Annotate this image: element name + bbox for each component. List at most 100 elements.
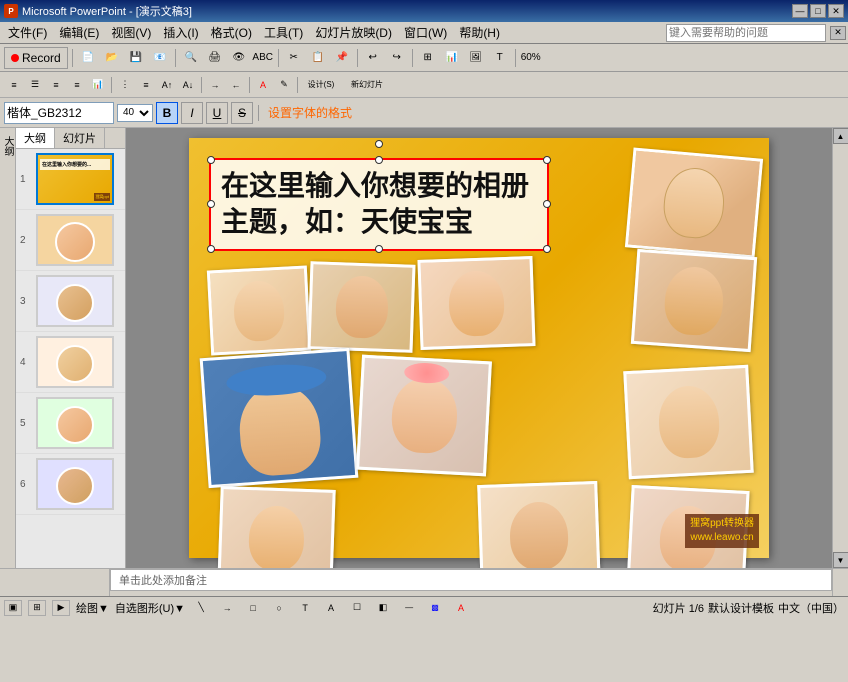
justify-button[interactable]: ≡	[67, 75, 87, 95]
menu-format[interactable]: 格式(O)	[205, 22, 258, 43]
scroll-up-button[interactable]: ▲	[833, 128, 848, 144]
img-button[interactable]: 🖼	[465, 47, 487, 69]
font-shrink-button[interactable]: A↓	[178, 75, 198, 95]
record-button[interactable]: Record	[4, 47, 68, 69]
align-left-button[interactable]: ≡	[4, 75, 24, 95]
open-button[interactable]: 📂	[101, 47, 123, 69]
strikethrough-button[interactable]: S	[231, 102, 253, 124]
slide-item[interactable]: 3	[16, 271, 125, 332]
3d-button[interactable]: ◧	[373, 598, 393, 618]
menu-tools[interactable]: 工具(T)	[258, 22, 309, 43]
preview-button[interactable]: 👁	[228, 47, 250, 69]
outline-tab[interactable]: 大纲	[0, 132, 17, 160]
title-bar-controls[interactable]: — □ ✕	[792, 4, 844, 18]
table-button[interactable]: ⊞	[417, 47, 439, 69]
fillcolor-button[interactable]: ▩	[425, 598, 445, 618]
slides-view-tab[interactable]: 幻灯片	[55, 128, 105, 148]
align-center-button[interactable]: ☰	[25, 75, 45, 95]
undo-button[interactable]: ↩	[362, 47, 384, 69]
cut-button[interactable]: ✂	[283, 47, 305, 69]
slide-item[interactable]: 5	[16, 393, 125, 454]
zoom-button[interactable]: 60%	[520, 47, 542, 69]
new-file-button[interactable]: 📄	[77, 47, 99, 69]
slide-thumbnail[interactable]	[36, 214, 114, 266]
handle-bl[interactable]	[207, 245, 215, 253]
menu-view[interactable]: 视图(V)	[105, 22, 157, 43]
slideshow-button[interactable]: ▶	[52, 600, 70, 616]
outline-view-tab[interactable]: 大纲	[16, 128, 55, 148]
highlight-button[interactable]: ✎	[274, 75, 294, 95]
slide-sorter-button[interactable]: ⊞	[28, 600, 46, 616]
handle-tr[interactable]	[543, 156, 551, 164]
align-right-button[interactable]: ≡	[46, 75, 66, 95]
handle-br[interactable]	[543, 245, 551, 253]
list2-button[interactable]: ≡	[136, 75, 156, 95]
chart2-button[interactable]: 📊	[88, 75, 108, 95]
menu-help[interactable]: 帮助(H)	[453, 22, 506, 43]
handle-tl[interactable]	[207, 156, 215, 164]
font-name-input[interactable]	[4, 102, 114, 124]
linecolor-button[interactable]: —	[399, 598, 419, 618]
handle-ml[interactable]	[207, 200, 215, 208]
auto-shapes-label[interactable]: 自选图形(U)▼	[115, 600, 185, 616]
handle-bc[interactable]	[375, 245, 383, 253]
slide-thumbnail[interactable]	[36, 275, 114, 327]
note-area[interactable]: 单击此处添加备注	[110, 569, 832, 591]
textbox-status-button[interactable]: T	[295, 598, 315, 618]
underline-button[interactable]: U	[206, 102, 228, 124]
menu-window[interactable]: 窗口(W)	[398, 22, 453, 43]
slide-thumbnail[interactable]	[36, 397, 114, 449]
normal-view-button[interactable]: ▣	[4, 600, 22, 616]
arrow-button[interactable]: →	[217, 598, 237, 618]
scroll-track[interactable]	[834, 144, 848, 552]
spell-button[interactable]: ABC	[252, 47, 274, 69]
line-button[interactable]: ╲	[191, 598, 211, 618]
font-grow-button[interactable]: A↑	[157, 75, 177, 95]
menu-file[interactable]: 文件(F)	[2, 22, 53, 43]
email-button[interactable]: 📧	[149, 47, 171, 69]
bold-button[interactable]: B	[156, 102, 178, 124]
italic-button[interactable]: I	[181, 102, 203, 124]
slide-item[interactable]: 1 在这里输入你想要的... 狸窝ppt	[16, 149, 125, 210]
fontcolor-status-button[interactable]: A	[451, 598, 471, 618]
redo-button[interactable]: ↪	[386, 47, 408, 69]
menu-edit[interactable]: 编辑(E)	[53, 22, 105, 43]
maximize-button[interactable]: □	[810, 4, 826, 18]
slide-canvas[interactable]: 在这里输入你想要的相册主题，如：天使宝宝	[189, 138, 769, 558]
slide-thumbnail[interactable]: 在这里输入你想要的... 狸窝ppt	[36, 153, 114, 205]
menu-insert[interactable]: 插入(I)	[157, 22, 204, 43]
right-scrollbar[interactable]: ▲ ▼	[832, 128, 848, 568]
oval-button[interactable]: ○	[269, 598, 289, 618]
save-button[interactable]: 💾	[125, 47, 147, 69]
slide-thumbnail[interactable]	[36, 458, 114, 510]
wordart-button[interactable]: A	[321, 598, 341, 618]
design-button[interactable]: 设计(S)	[301, 75, 341, 95]
indent-out-button[interactable]: ←	[226, 75, 246, 95]
list-button[interactable]: ⋮	[115, 75, 135, 95]
copy-button[interactable]: 📋	[307, 47, 329, 69]
paste-button[interactable]: 📌	[331, 47, 353, 69]
shadow-button[interactable]: ☐	[347, 598, 367, 618]
minimize-button[interactable]: —	[792, 4, 808, 18]
help-close-button[interactable]: ✕	[830, 26, 846, 40]
handle-tc[interactable]	[375, 156, 383, 164]
search-button[interactable]: 🔍	[180, 47, 202, 69]
slide-item[interactable]: 4	[16, 332, 125, 393]
slide-item[interactable]: 6	[16, 454, 125, 515]
textbox-button[interactable]: T	[489, 47, 511, 69]
print-button[interactable]: 🖨	[204, 47, 226, 69]
slide-thumbnail[interactable]	[36, 336, 114, 388]
rotation-handle[interactable]	[375, 140, 383, 148]
menu-slideshow[interactable]: 幻灯片放映(D)	[309, 22, 398, 43]
chart-button[interactable]: 📊	[441, 47, 463, 69]
new-slide-button[interactable]: 新幻灯片	[342, 75, 392, 95]
close-button[interactable]: ✕	[828, 4, 844, 18]
slide-text-box[interactable]: 在这里输入你想要的相册主题，如：天使宝宝	[209, 158, 549, 251]
indent-in-button[interactable]: →	[205, 75, 225, 95]
slide-item[interactable]: 2	[16, 210, 125, 271]
font-color-button[interactable]: A	[253, 75, 273, 95]
scroll-down-button[interactable]: ▼	[833, 552, 848, 568]
rect-button[interactable]: □	[243, 598, 263, 618]
font-size-select[interactable]: 40283648	[117, 104, 153, 122]
help-search-input[interactable]	[666, 24, 826, 42]
